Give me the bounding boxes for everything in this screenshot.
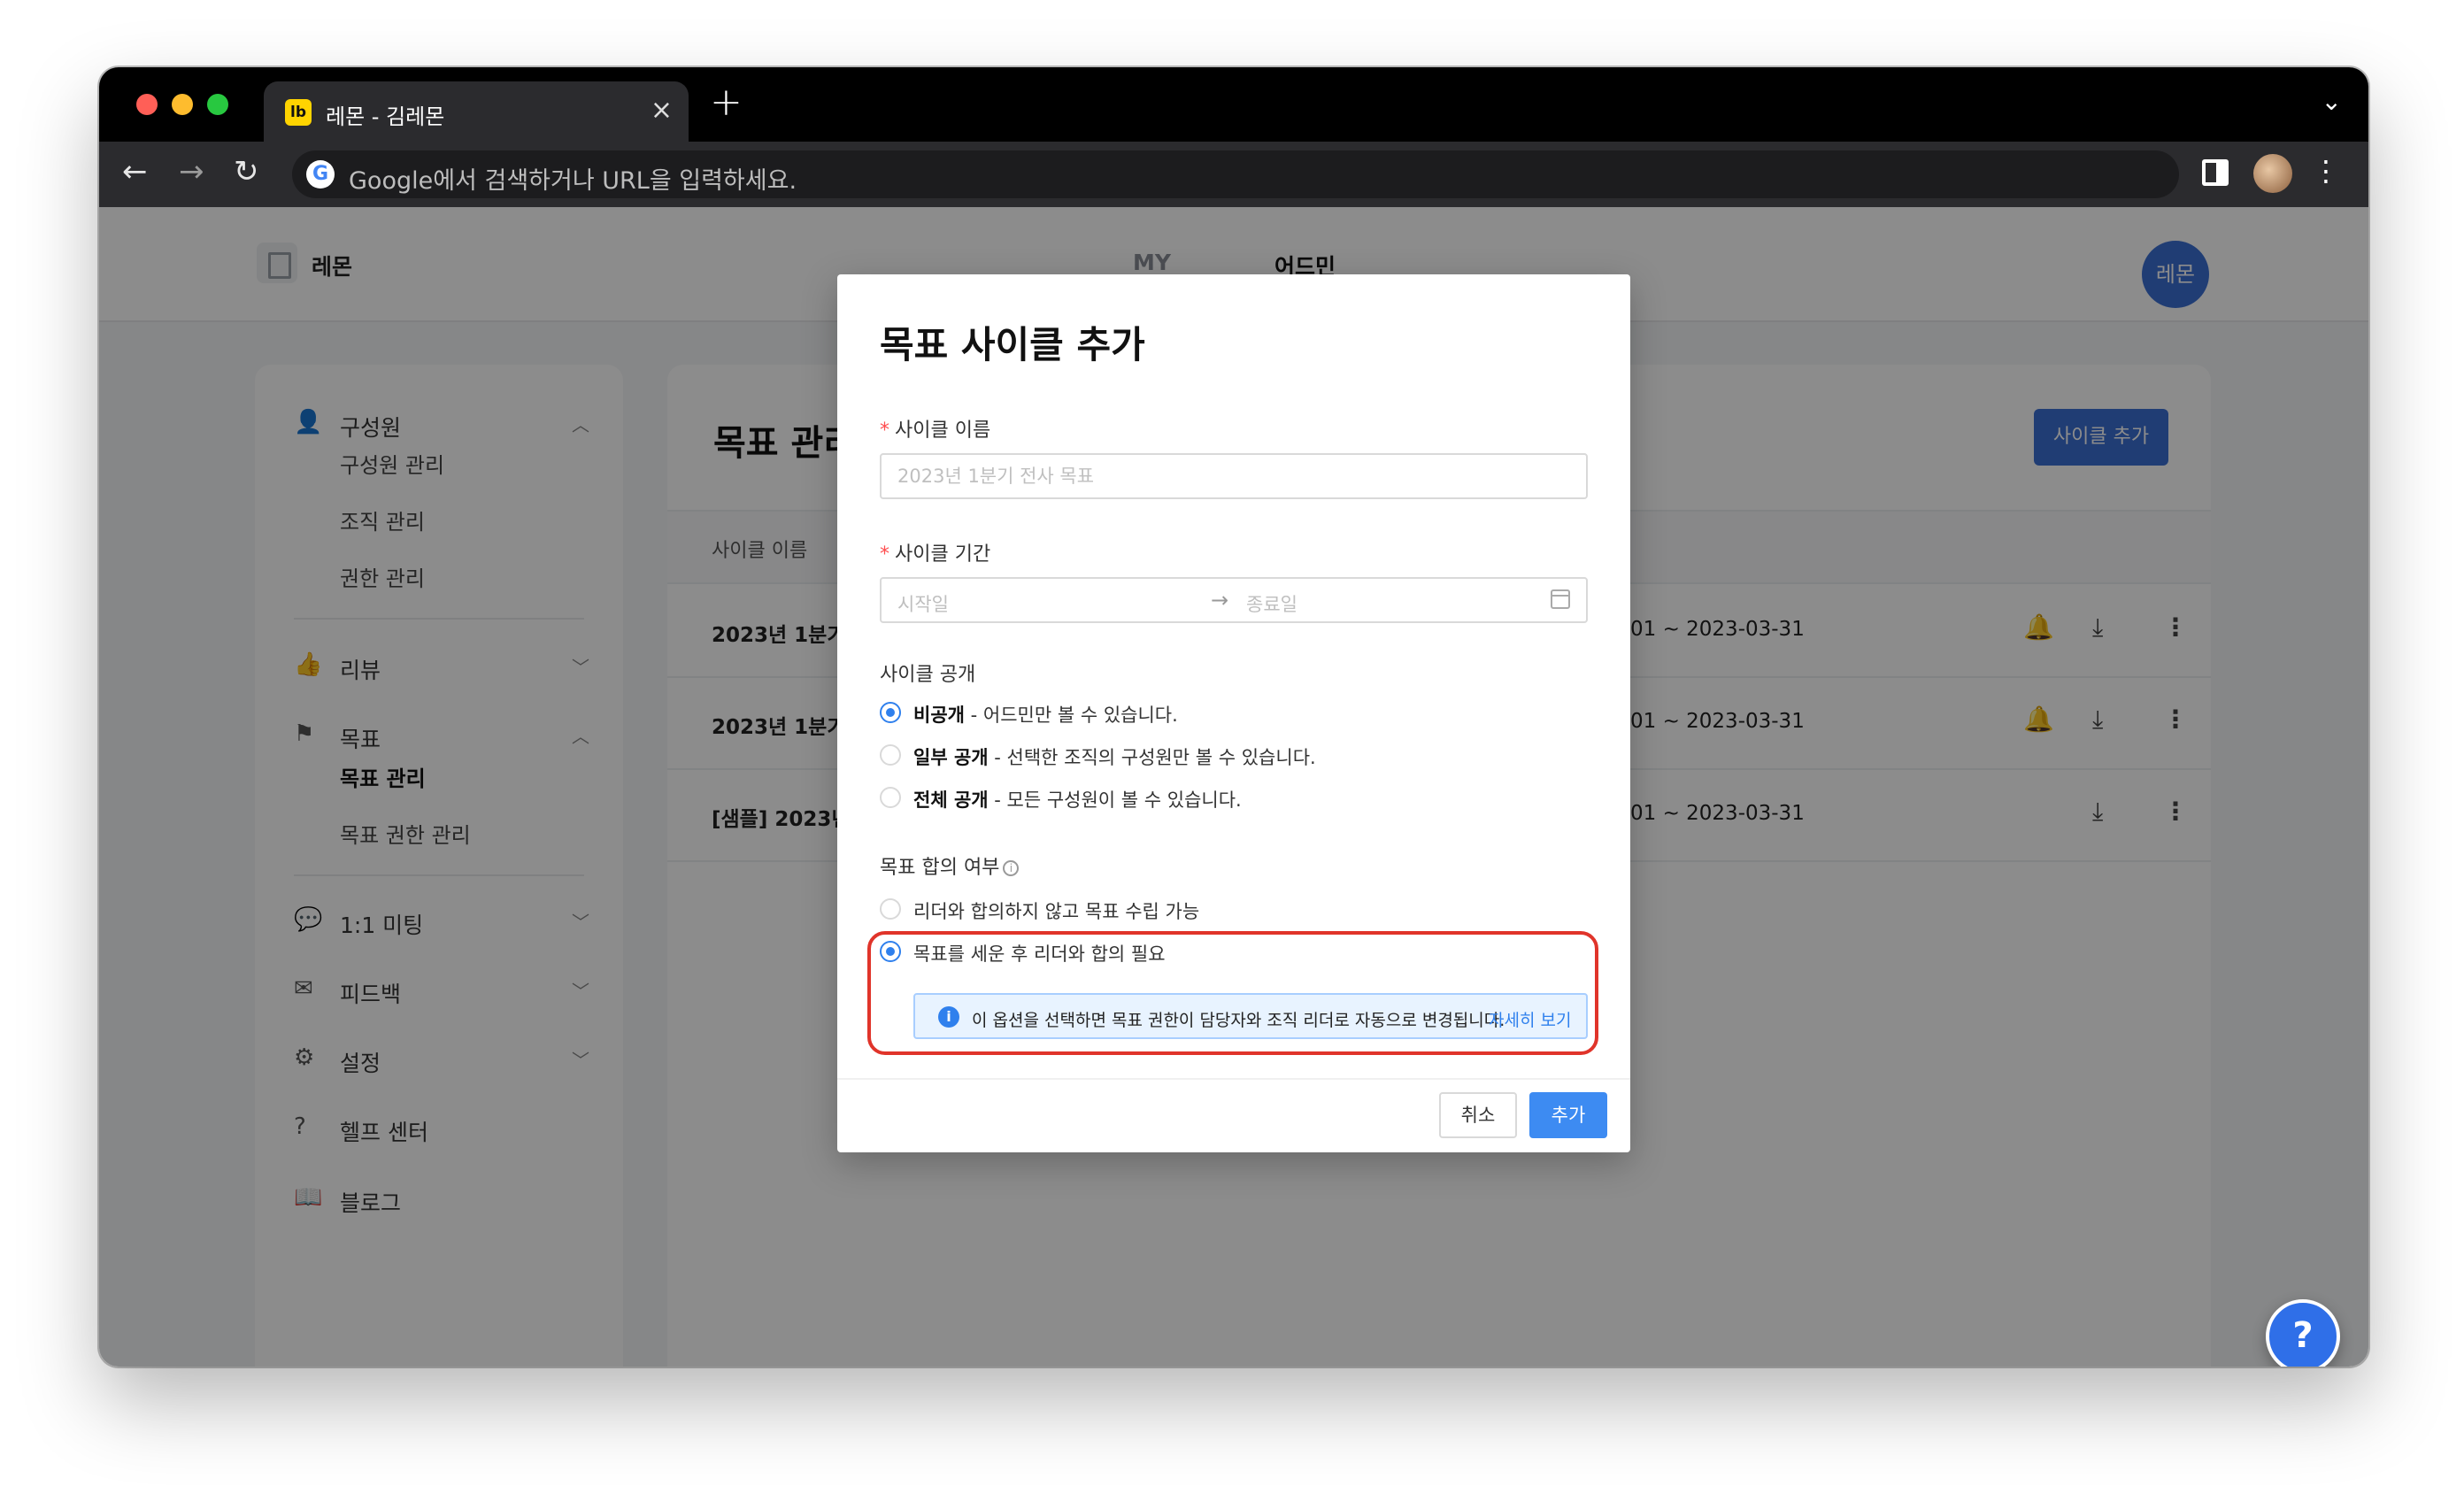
agreement-required-radio[interactable]: 목표를 세운 후 리더와 합의 필요 [880, 936, 1673, 966]
radio-button[interactable] [880, 702, 901, 723]
add-button[interactable]: 추가 [1529, 1092, 1607, 1138]
cycle-name-input[interactable] [880, 453, 1588, 499]
browser-toolbar: ← → ↻ G Google에서 검색하거나 URL을 입력하세요. ⋮ [99, 142, 2368, 207]
cycle-name-label: * 사이클 이름 [880, 414, 990, 443]
required-asterisk: * [880, 543, 889, 566]
calendar-icon [1551, 589, 1570, 609]
forward-arrow-icon[interactable]: → [179, 154, 204, 189]
cycle-period-label: * 사이클 기간 [880, 538, 990, 566]
browser-tab-bar: lb 레몬 - 김레몬 × + ⌄ [99, 67, 2368, 142]
radio-button[interactable] [880, 744, 901, 766]
reload-icon[interactable]: ↻ [234, 154, 259, 189]
radio-label: 목표를 세운 후 리더와 합의 필요 [913, 943, 1166, 965]
visibility-label: 사이클 공개 [880, 664, 976, 686]
cycle-name-label-text: 사이클 이름 [895, 420, 991, 442]
browser-tab-active[interactable]: lb 레몬 - 김레몬 × [264, 81, 689, 142]
radio-label: 일부 공개 - 선택한 조직의 구성원만 볼 수 있습니다. [913, 747, 1316, 768]
range-arrow-icon: → [1211, 588, 1229, 612]
modal-footer-divider [837, 1078, 1630, 1080]
help-chat-button[interactable]: ? [2266, 1299, 2340, 1367]
browser-window: lb 레몬 - 김레몬 × + ⌄ ← → ↻ G Google에서 검색하거나… [99, 67, 2368, 1367]
tab-search-chevron-icon[interactable]: ⌄ [2322, 87, 2342, 116]
visibility-partial-radio[interactable]: 일부 공개 - 선택한 조직의 구성원만 볼 수 있습니다. [880, 740, 1673, 770]
cycle-period-label-text: 사이클 기간 [895, 543, 991, 566]
address-bar-placeholder: Google에서 검색하거나 URL을 입력하세요. [349, 167, 797, 195]
info-icon[interactable]: i [1003, 860, 1020, 876]
visibility-public-radio[interactable]: 전체 공개 - 모든 구성원이 볼 수 있습니다. [880, 782, 1673, 812]
browser-profile-avatar[interactable] [2253, 154, 2292, 193]
site-favicon-icon: lb [285, 99, 312, 126]
modal-title: 목표 사이클 추가 [880, 323, 1145, 366]
start-date-input[interactable]: 시작일 [897, 590, 949, 617]
tab-close-icon[interactable]: × [651, 95, 673, 126]
tab-title: 레몬 - 김레몬 [326, 104, 445, 129]
radio-label: 리더와 합의하지 않고 목표 수립 가능 [913, 901, 1200, 922]
goal-agreement-label: 목표 합의 여부 i [880, 851, 1020, 880]
minimize-window-button[interactable] [172, 94, 193, 115]
radio-label: 비공개 - 어드민만 볼 수 있습니다. [913, 705, 1178, 726]
cancel-button[interactable]: 취소 [1439, 1092, 1517, 1138]
close-window-button[interactable] [136, 94, 158, 115]
add-goal-cycle-modal: 목표 사이클 추가 * 사이클 이름 * 사이클 기간 시작일 → 종료일 사이클 … [837, 274, 1630, 1152]
side-panel-icon[interactable] [2202, 159, 2229, 186]
google-icon: G [306, 160, 335, 189]
browser-menu-icon[interactable]: ⋮ [2312, 154, 2340, 188]
maximize-window-button[interactable] [207, 94, 228, 115]
cycle-period-range-picker[interactable]: 시작일 → 종료일 [880, 577, 1588, 623]
info-filled-icon: i [938, 1006, 959, 1028]
agreement-not-required-radio[interactable]: 리더와 합의하지 않고 목표 수립 가능 [880, 894, 1673, 924]
address-bar[interactable]: G Google에서 검색하거나 URL을 입력하세요. [292, 150, 2179, 198]
goal-agreement-label-text: 목표 합의 여부 [880, 857, 1000, 879]
radio-button[interactable] [880, 941, 901, 962]
back-arrow-icon[interactable]: ← [122, 154, 148, 189]
visibility-private-radio[interactable]: 비공개 - 어드민만 볼 수 있습니다. [880, 697, 1673, 728]
required-asterisk: * [880, 420, 889, 442]
radio-button[interactable] [880, 787, 901, 808]
learn-more-link[interactable]: 자세히 보기 [1489, 1007, 1571, 1031]
end-date-input[interactable]: 종료일 [1246, 590, 1297, 617]
info-alert-text: 이 옵션을 선택하면 목표 권한이 담당자와 조직 리더로 자동으로 변경됩니다… [972, 1011, 1505, 1030]
info-alert: i 이 옵션을 선택하면 목표 권한이 담당자와 조직 리더로 자동으로 변경됩… [913, 993, 1588, 1039]
new-tab-icon[interactable]: + [710, 80, 743, 125]
radio-label: 전체 공개 - 모든 구성원이 볼 수 있습니다. [913, 789, 1242, 811]
radio-button[interactable] [880, 898, 901, 920]
